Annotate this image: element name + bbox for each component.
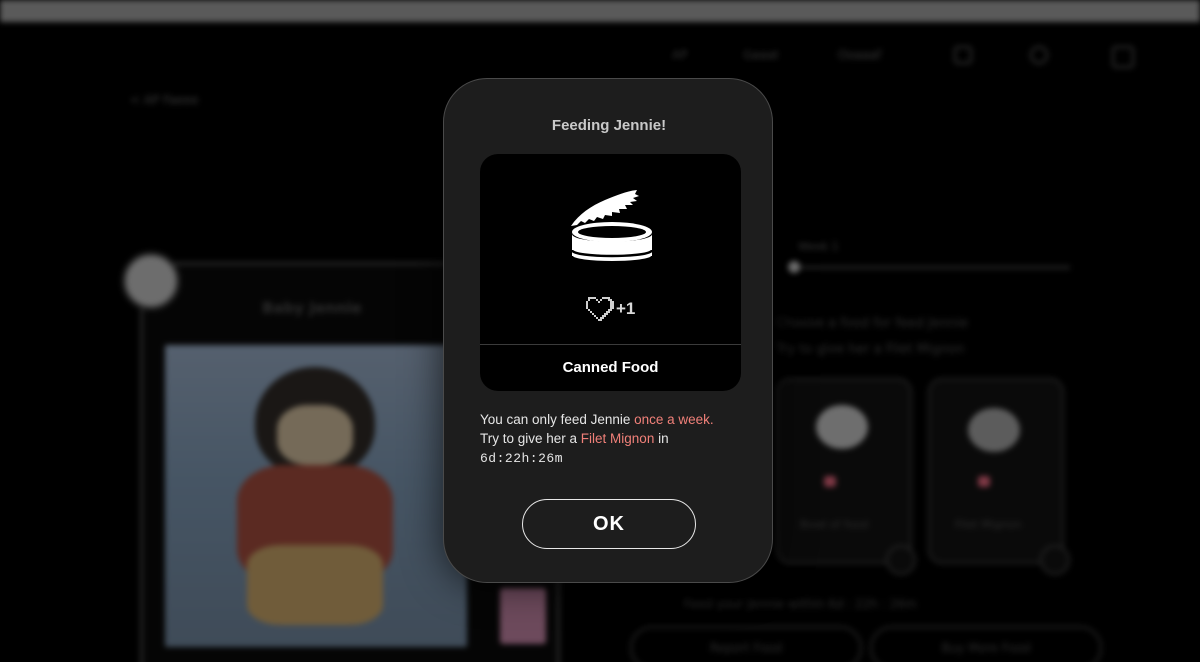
message-line2-prefix: Try to give her a <box>480 431 581 446</box>
food-card-filet[interactable] <box>928 378 1064 564</box>
user-icon[interactable] <box>1030 46 1048 64</box>
nav-link-2[interactable]: Gaaat <box>743 48 779 62</box>
top-strip <box>0 0 1200 22</box>
food-name: Canned Food <box>562 359 659 376</box>
feed-countdown-note: Feed your Jennie within 6d : 22h : 26m <box>684 597 917 611</box>
wallet-icon[interactable] <box>1112 46 1134 68</box>
countdown-timer: 6d:22h:26m <box>480 451 564 466</box>
message-line2-suffix: in <box>654 431 669 446</box>
nft-title: Baby Jennie <box>262 299 362 317</box>
message-line2-highlight: Filet Mignon <box>580 431 655 446</box>
bowl-icon <box>816 405 868 449</box>
dog-face <box>277 405 353 465</box>
color-swatch[interactable] <box>500 588 546 644</box>
canned-food-icon <box>570 190 654 263</box>
food-card-filet-label: Filet Mignon <box>955 518 1022 531</box>
week-slider-knob[interactable] <box>788 261 800 273</box>
nav-link-ap[interactable]: AP <box>672 48 687 62</box>
report-food-button[interactable]: Report Food <box>630 626 862 662</box>
back-link[interactable]: < AP Faeee <box>130 93 198 107</box>
add-bowl-button[interactable] <box>886 545 916 575</box>
nft-badge-icon <box>122 252 180 310</box>
week-slider-track[interactable] <box>790 266 1070 269</box>
add-filet-button[interactable] <box>1040 545 1070 575</box>
week-slider-label: Week 1 <box>798 240 839 253</box>
jennie-dog-image <box>165 345 467 647</box>
cart-icon[interactable] <box>954 46 972 64</box>
message-line1-prefix: You can only feed Jennie <box>480 412 635 427</box>
food-card: +1 Canned Food <box>480 154 741 391</box>
ok-button[interactable]: OK <box>522 499 696 549</box>
buy-more-food-button[interactable]: Buy More Food <box>870 626 1102 662</box>
nav-link-3[interactable]: Ooaaaf <box>838 48 881 62</box>
dog-legs <box>247 545 383 625</box>
message-line1-highlight: once a week. <box>634 412 714 427</box>
divider <box>480 344 741 345</box>
heart-icon <box>824 476 836 487</box>
heart-icon <box>586 297 614 321</box>
heart-icon <box>978 476 990 487</box>
love-gain-value: +1 <box>616 299 636 318</box>
feeding-modal: Feeding Jennie! +1 Canned Food You can o… <box>443 78 773 583</box>
food-card-bowl-label: Bowl of food <box>800 518 869 531</box>
feeding-message: You can only feed Jennie once a week. Tr… <box>480 410 750 468</box>
steak-icon <box>968 408 1020 452</box>
love-gain-row: +1 <box>584 295 635 323</box>
info-line-1: Choose a food for feed Jennie <box>776 316 968 331</box>
info-line-2: Try to give her a Filet Mignon <box>776 342 965 357</box>
modal-title: Feeding Jennie! <box>551 117 667 134</box>
